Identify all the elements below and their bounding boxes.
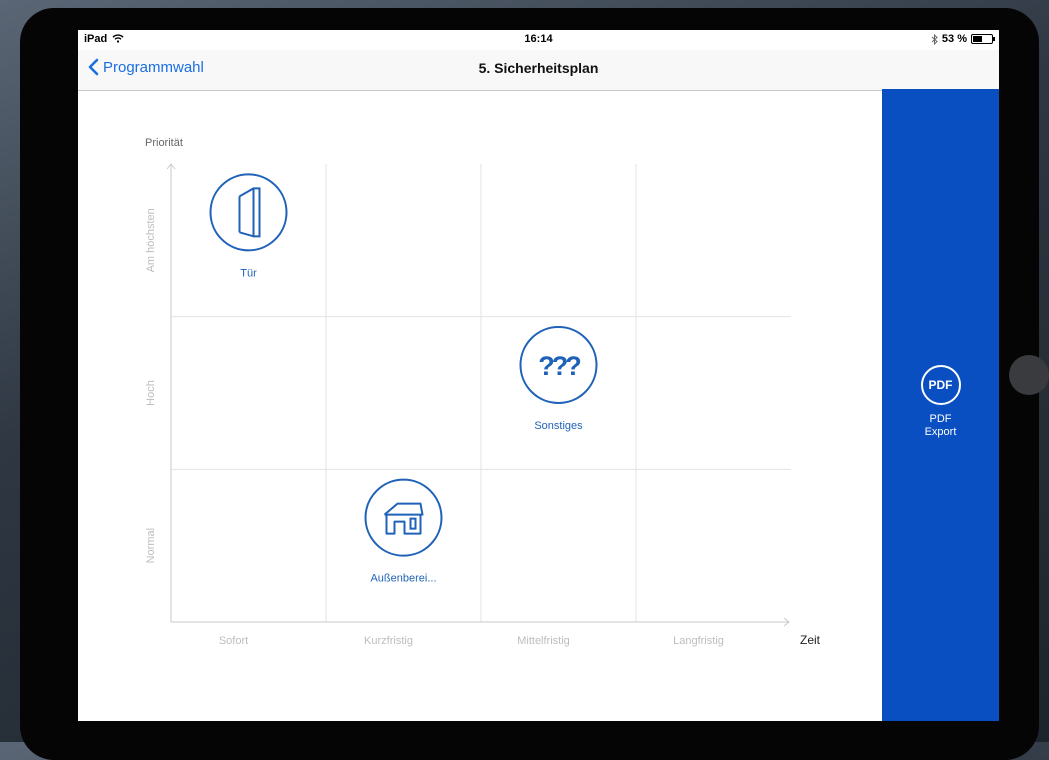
question-marks-icon: ??? [538,351,583,381]
plan-item-house[interactable]: Außenberei... [364,478,443,585]
pdf-label-line2: Export [924,426,957,438]
svg-text:???: ??? [538,351,580,381]
pdf-icon-text: PDF [928,378,953,392]
security-plan-chart: Priorität Zeit Sofort Kurzfristig Mittelfr… [78,91,882,721]
status-right: 53 % [931,33,995,45]
navigation-bar: Programmwahl 5. Sicherheitsplan [78,50,999,91]
plan-item-label: Sonstiges [534,420,583,432]
pdf-icon: PDF [920,365,961,405]
pdf-export-button[interactable]: PDF PDF Export [882,365,999,439]
y-tick-label: Normal [145,528,157,563]
status-bar: iPad 16:14 53 % [78,30,999,50]
battery-icon [971,34,995,44]
chart-svg: Priorität Zeit Sofort Kurzfristig Mittelfr… [145,137,821,647]
point-layer: Tür??? Sonstiges Außenberei... [209,173,598,585]
pdf-label-line1: PDF [929,413,952,425]
plan-item-circle [364,478,443,557]
battery-percent: 53 % [941,33,967,45]
plan-item-question-marks[interactable]: ??? Sonstiges [519,326,598,432]
bluetooth-icon [931,33,938,45]
page-title: 5. Sicherheitsplan [478,60,599,76]
x-tick-label: Kurzfristig [364,635,413,647]
x-tick-label: Langfristig [673,635,724,647]
plan-item-label: Tür [240,267,257,279]
screen: iPad 16:14 53 % Programmwahl 5. Sicherhe… [78,30,999,721]
status-time: 16:14 [524,33,553,45]
pdf-export-label: PDF Export [925,413,957,439]
x-tick-label: Mittelfristig [517,635,570,647]
y-tick-label: Hoch [145,380,157,406]
y-axis-title: Priorität [145,137,183,149]
x-tick-label: Sofort [219,635,248,647]
plan-item-circle [209,173,288,252]
home-button[interactable] [1009,355,1049,395]
plan-item-door[interactable]: Tür [209,173,288,279]
x-axis-title: Zeit [800,633,821,647]
y-tick-label: Am höchsten [145,208,157,272]
side-panel: PDF PDF Export [882,89,999,721]
plan-item-label: Außenberei... [370,573,436,585]
